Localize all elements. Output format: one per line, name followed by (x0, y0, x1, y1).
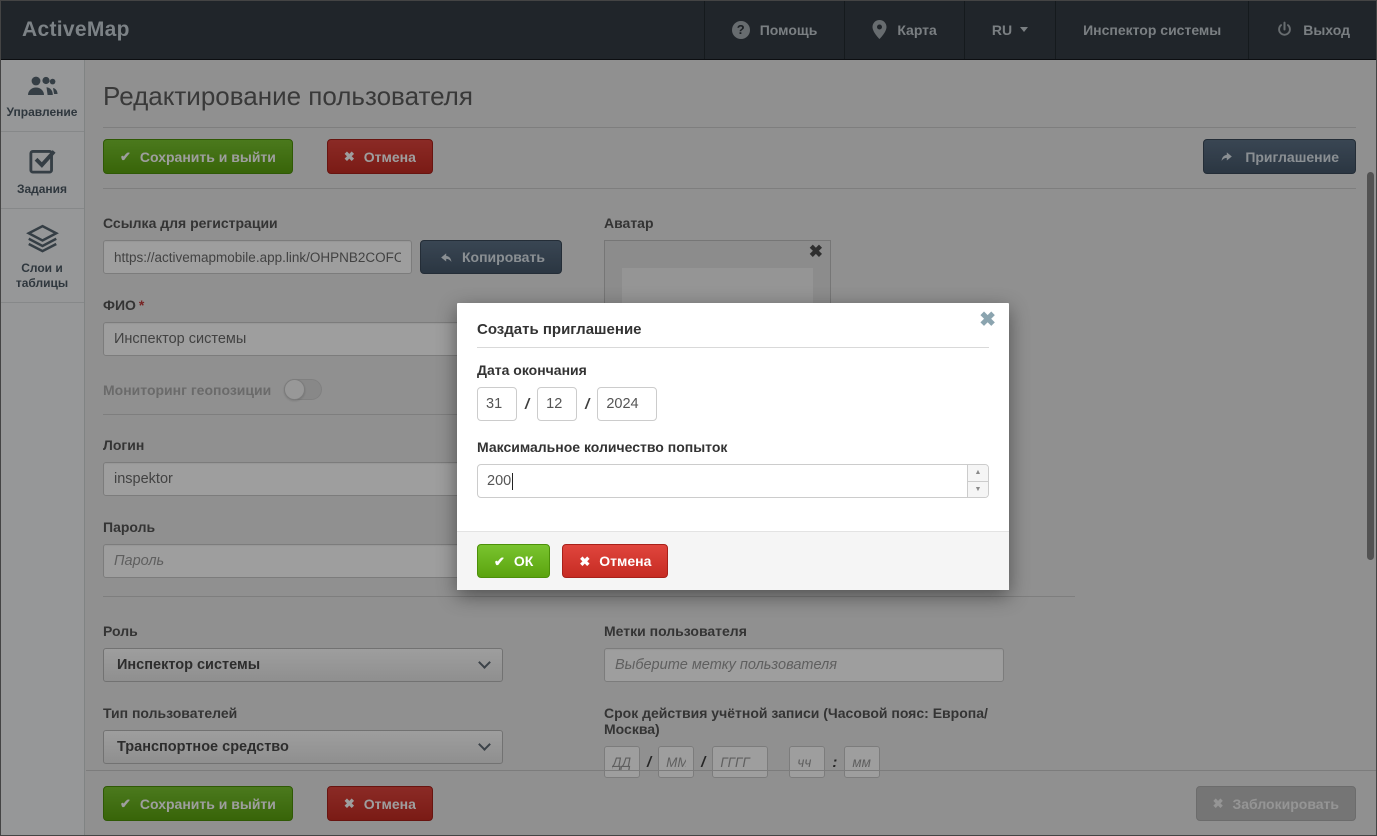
end-date-day-input[interactable] (477, 387, 517, 421)
dialog-cancel-label: Отмена (599, 553, 651, 569)
max-attempts-value: 200 (487, 473, 511, 489)
create-invitation-dialog: ✖ Создать приглашение Дата окончания / /… (457, 303, 1009, 590)
dialog-cancel-button[interactable]: ✖ Отмена (562, 544, 668, 578)
spinner-down-button[interactable]: ▼ (968, 482, 988, 498)
end-date-label: Дата окончания (477, 362, 989, 378)
dialog-footer: ✔ ОК ✖ Отмена (457, 531, 1009, 590)
spinner-up-button[interactable]: ▲ (968, 465, 988, 482)
ok-button[interactable]: ✔ ОК (477, 544, 550, 578)
date-separator: / (585, 396, 589, 413)
max-attempts-input[interactable]: 200 ▲ ▼ (477, 464, 989, 498)
number-spinner: ▲ ▼ (967, 465, 988, 497)
text-caret (512, 473, 513, 490)
check-icon: ✔ (494, 555, 505, 568)
close-icon[interactable]: ✖ (979, 310, 996, 330)
cross-icon: ✖ (579, 555, 590, 568)
dialog-title: Создать приглашение (477, 321, 989, 348)
end-date-year-input[interactable] (597, 387, 657, 421)
end-date-month-input[interactable] (537, 387, 577, 421)
max-attempts-label: Максимальное количество попыток (477, 439, 989, 455)
date-separator: / (525, 396, 529, 413)
ok-label: ОК (514, 553, 533, 569)
end-date-inputs: / / (477, 387, 989, 421)
